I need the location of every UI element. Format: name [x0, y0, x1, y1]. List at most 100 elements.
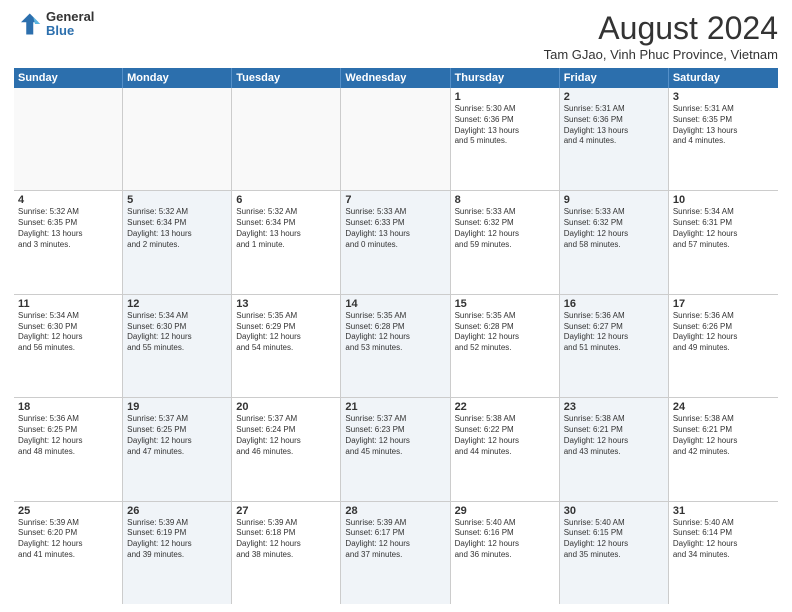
day-number: 23: [564, 401, 664, 413]
day-number: 20: [236, 401, 336, 413]
day-info: Sunrise: 5:31 AM Sunset: 6:35 PM Dayligh…: [673, 104, 774, 147]
day-info: Sunrise: 5:32 AM Sunset: 6:34 PM Dayligh…: [127, 207, 227, 250]
day-info: Sunrise: 5:35 AM Sunset: 6:28 PM Dayligh…: [455, 311, 555, 354]
weekday-header-sunday: Sunday: [14, 68, 123, 88]
empty-cell: [232, 88, 341, 190]
day-cell-15: 15Sunrise: 5:35 AM Sunset: 6:28 PM Dayli…: [451, 295, 560, 397]
day-cell-7: 7Sunrise: 5:33 AM Sunset: 6:33 PM Daylig…: [341, 191, 450, 293]
day-info: Sunrise: 5:39 AM Sunset: 6:19 PM Dayligh…: [127, 518, 227, 561]
day-info: Sunrise: 5:40 AM Sunset: 6:14 PM Dayligh…: [673, 518, 774, 561]
empty-cell: [14, 88, 123, 190]
day-info: Sunrise: 5:34 AM Sunset: 6:31 PM Dayligh…: [673, 207, 774, 250]
location: Tam GJao, Vinh Phuc Province, Vietnam: [544, 47, 778, 62]
day-cell-1: 1Sunrise: 5:30 AM Sunset: 6:36 PM Daylig…: [451, 88, 560, 190]
day-cell-11: 11Sunrise: 5:34 AM Sunset: 6:30 PM Dayli…: [14, 295, 123, 397]
day-number: 8: [455, 194, 555, 206]
day-info: Sunrise: 5:33 AM Sunset: 6:32 PM Dayligh…: [564, 207, 664, 250]
logo-blue-text: Blue: [46, 24, 94, 38]
day-cell-25: 25Sunrise: 5:39 AM Sunset: 6:20 PM Dayli…: [14, 502, 123, 604]
day-number: 26: [127, 505, 227, 517]
day-number: 9: [564, 194, 664, 206]
day-info: Sunrise: 5:35 AM Sunset: 6:29 PM Dayligh…: [236, 311, 336, 354]
header: General Blue August 2024 Tam GJao, Vinh …: [14, 10, 778, 62]
day-info: Sunrise: 5:37 AM Sunset: 6:23 PM Dayligh…: [345, 414, 445, 457]
day-number: 1: [455, 91, 555, 103]
logo-icon: [14, 10, 42, 38]
empty-cell: [123, 88, 232, 190]
day-info: Sunrise: 5:32 AM Sunset: 6:34 PM Dayligh…: [236, 207, 336, 250]
day-number: 25: [18, 505, 118, 517]
day-number: 4: [18, 194, 118, 206]
day-info: Sunrise: 5:31 AM Sunset: 6:36 PM Dayligh…: [564, 104, 664, 147]
day-cell-17: 17Sunrise: 5:36 AM Sunset: 6:26 PM Dayli…: [669, 295, 778, 397]
day-info: Sunrise: 5:36 AM Sunset: 6:27 PM Dayligh…: [564, 311, 664, 354]
weekday-header-thursday: Thursday: [451, 68, 560, 88]
day-cell-16: 16Sunrise: 5:36 AM Sunset: 6:27 PM Dayli…: [560, 295, 669, 397]
day-info: Sunrise: 5:35 AM Sunset: 6:28 PM Dayligh…: [345, 311, 445, 354]
title-block: August 2024 Tam GJao, Vinh Phuc Province…: [544, 10, 778, 62]
day-info: Sunrise: 5:38 AM Sunset: 6:21 PM Dayligh…: [673, 414, 774, 457]
day-cell-18: 18Sunrise: 5:36 AM Sunset: 6:25 PM Dayli…: [14, 398, 123, 500]
logo: General Blue: [14, 10, 94, 39]
day-number: 24: [673, 401, 774, 413]
calendar-row-2: 11Sunrise: 5:34 AM Sunset: 6:30 PM Dayli…: [14, 295, 778, 398]
day-info: Sunrise: 5:36 AM Sunset: 6:25 PM Dayligh…: [18, 414, 118, 457]
day-number: 13: [236, 298, 336, 310]
day-info: Sunrise: 5:34 AM Sunset: 6:30 PM Dayligh…: [127, 311, 227, 354]
day-cell-23: 23Sunrise: 5:38 AM Sunset: 6:21 PM Dayli…: [560, 398, 669, 500]
day-number: 16: [564, 298, 664, 310]
day-info: Sunrise: 5:33 AM Sunset: 6:32 PM Dayligh…: [455, 207, 555, 250]
weekday-header-friday: Friday: [560, 68, 669, 88]
day-info: Sunrise: 5:40 AM Sunset: 6:15 PM Dayligh…: [564, 518, 664, 561]
day-cell-13: 13Sunrise: 5:35 AM Sunset: 6:29 PM Dayli…: [232, 295, 341, 397]
day-info: Sunrise: 5:39 AM Sunset: 6:17 PM Dayligh…: [345, 518, 445, 561]
day-info: Sunrise: 5:39 AM Sunset: 6:20 PM Dayligh…: [18, 518, 118, 561]
day-number: 28: [345, 505, 445, 517]
day-number: 18: [18, 401, 118, 413]
day-cell-30: 30Sunrise: 5:40 AM Sunset: 6:15 PM Dayli…: [560, 502, 669, 604]
day-cell-24: 24Sunrise: 5:38 AM Sunset: 6:21 PM Dayli…: [669, 398, 778, 500]
day-cell-6: 6Sunrise: 5:32 AM Sunset: 6:34 PM Daylig…: [232, 191, 341, 293]
day-number: 27: [236, 505, 336, 517]
empty-cell: [341, 88, 450, 190]
day-number: 19: [127, 401, 227, 413]
weekday-header-wednesday: Wednesday: [341, 68, 450, 88]
calendar-row-3: 18Sunrise: 5:36 AM Sunset: 6:25 PM Dayli…: [14, 398, 778, 501]
day-info: Sunrise: 5:30 AM Sunset: 6:36 PM Dayligh…: [455, 104, 555, 147]
day-info: Sunrise: 5:37 AM Sunset: 6:25 PM Dayligh…: [127, 414, 227, 457]
day-cell-5: 5Sunrise: 5:32 AM Sunset: 6:34 PM Daylig…: [123, 191, 232, 293]
day-number: 22: [455, 401, 555, 413]
day-number: 3: [673, 91, 774, 103]
calendar: SundayMondayTuesdayWednesdayThursdayFrid…: [14, 68, 778, 604]
day-number: 15: [455, 298, 555, 310]
calendar-row-1: 4Sunrise: 5:32 AM Sunset: 6:35 PM Daylig…: [14, 191, 778, 294]
day-cell-19: 19Sunrise: 5:37 AM Sunset: 6:25 PM Dayli…: [123, 398, 232, 500]
day-info: Sunrise: 5:33 AM Sunset: 6:33 PM Dayligh…: [345, 207, 445, 250]
day-cell-22: 22Sunrise: 5:38 AM Sunset: 6:22 PM Dayli…: [451, 398, 560, 500]
day-number: 6: [236, 194, 336, 206]
day-info: Sunrise: 5:37 AM Sunset: 6:24 PM Dayligh…: [236, 414, 336, 457]
day-cell-29: 29Sunrise: 5:40 AM Sunset: 6:16 PM Dayli…: [451, 502, 560, 604]
day-cell-27: 27Sunrise: 5:39 AM Sunset: 6:18 PM Dayli…: [232, 502, 341, 604]
month-title: August 2024: [544, 10, 778, 47]
day-info: Sunrise: 5:32 AM Sunset: 6:35 PM Dayligh…: [18, 207, 118, 250]
day-number: 10: [673, 194, 774, 206]
day-number: 7: [345, 194, 445, 206]
day-cell-2: 2Sunrise: 5:31 AM Sunset: 6:36 PM Daylig…: [560, 88, 669, 190]
calendar-row-0: 1Sunrise: 5:30 AM Sunset: 6:36 PM Daylig…: [14, 88, 778, 191]
day-cell-20: 20Sunrise: 5:37 AM Sunset: 6:24 PM Dayli…: [232, 398, 341, 500]
day-info: Sunrise: 5:34 AM Sunset: 6:30 PM Dayligh…: [18, 311, 118, 354]
day-cell-8: 8Sunrise: 5:33 AM Sunset: 6:32 PM Daylig…: [451, 191, 560, 293]
logo-general-text: General: [46, 10, 94, 24]
calendar-header: SundayMondayTuesdayWednesdayThursdayFrid…: [14, 68, 778, 88]
day-cell-28: 28Sunrise: 5:39 AM Sunset: 6:17 PM Dayli…: [341, 502, 450, 604]
day-number: 11: [18, 298, 118, 310]
weekday-header-tuesday: Tuesday: [232, 68, 341, 88]
day-cell-4: 4Sunrise: 5:32 AM Sunset: 6:35 PM Daylig…: [14, 191, 123, 293]
day-cell-14: 14Sunrise: 5:35 AM Sunset: 6:28 PM Dayli…: [341, 295, 450, 397]
day-cell-26: 26Sunrise: 5:39 AM Sunset: 6:19 PM Dayli…: [123, 502, 232, 604]
day-number: 21: [345, 401, 445, 413]
day-cell-31: 31Sunrise: 5:40 AM Sunset: 6:14 PM Dayli…: [669, 502, 778, 604]
day-cell-21: 21Sunrise: 5:37 AM Sunset: 6:23 PM Dayli…: [341, 398, 450, 500]
day-number: 30: [564, 505, 664, 517]
